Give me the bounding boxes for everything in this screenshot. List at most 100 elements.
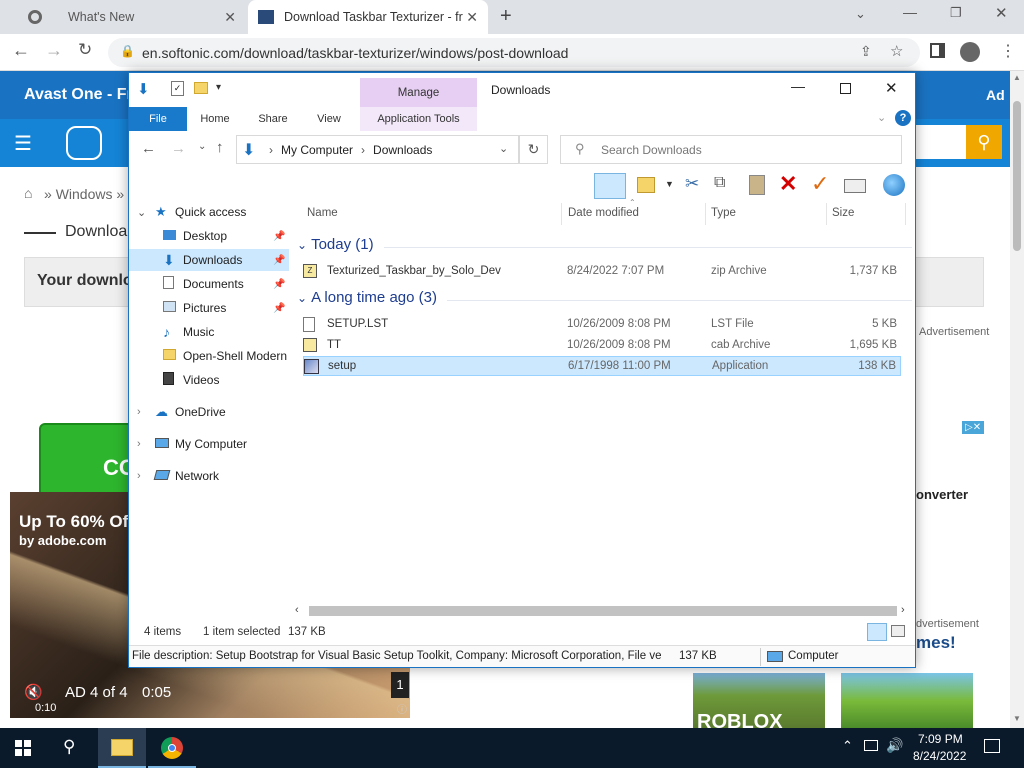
tab-home[interactable]: Home (187, 107, 243, 131)
more-menu-icon[interactable]: ⋮ (1000, 41, 1016, 61)
nav-item-music[interactable]: ♪ Music (129, 321, 289, 343)
explorer-back-icon[interactable]: ← (141, 140, 156, 157)
file-explorer-taskbar-button[interactable] (98, 728, 146, 768)
properties-icon[interactable] (844, 179, 866, 193)
nav-item-downloads[interactable]: ⬇ Downloads 📌 (129, 249, 289, 271)
green-download-button[interactable]: CO (39, 423, 136, 503)
nav-item-open-shell[interactable]: Open-Shell Modern (129, 345, 289, 367)
site-search-icon[interactable]: ⚲ (966, 125, 1002, 159)
properties-check-icon[interactable]: ✓ (171, 81, 184, 96)
file-row[interactable]: SETUP.LST 10/26/2009 8:08 PM LST File 5 … (303, 314, 901, 334)
horizontal-scroll-thumb[interactable] (309, 606, 897, 616)
site-search-box[interactable] (916, 125, 966, 159)
delete-icon[interactable]: ✕ (779, 171, 797, 197)
browser-tab-download[interactable]: Download Taskbar Texturizer - fr ✕ (248, 0, 488, 34)
ribbon-expand-chevron-icon[interactable]: ⌄ (877, 111, 886, 124)
quick-access-down-arrow-icon[interactable]: ⬇ (137, 80, 150, 98)
reload-icon[interactable]: ↻ (78, 40, 92, 60)
undo-check-icon[interactable]: ✓ (811, 171, 829, 197)
address-bar[interactable]: 🔒 en.softonic.com/download/taskbar-textu… (108, 38, 920, 67)
taskbar-time[interactable]: 7:09 PM (918, 732, 963, 746)
chrome-taskbar-button[interactable] (148, 728, 196, 768)
group-header-long-ago[interactable]: ⌄ A long time ago (3) (297, 289, 437, 306)
forward-icon[interactable]: → (45, 40, 63, 61)
close-tab-icon[interactable]: ✕ (224, 9, 236, 26)
customize-qat-icon[interactable]: ▾ (216, 82, 221, 93)
pin-icon[interactable]: 📌 (273, 255, 285, 266)
nav-onedrive[interactable]: › ☁ OneDrive (129, 401, 289, 423)
column-header-type[interactable]: Type (711, 207, 736, 219)
home-icon[interactable]: ⌂ (24, 185, 32, 201)
new-tab-icon[interactable]: + (500, 5, 512, 28)
minecraft-thumbnail[interactable] (841, 673, 973, 729)
breadcrumb-windows[interactable]: Windows (56, 186, 113, 202)
mute-icon[interactable]: 🔇 (24, 683, 43, 701)
pin-icon[interactable]: 📌 (273, 279, 285, 290)
nav-item-pictures[interactable]: Pictures 📌 (129, 297, 289, 319)
taskbar-search-icon[interactable]: ⚲ (63, 737, 75, 757)
explorer-close-icon[interactable]: ✕ (885, 79, 898, 97)
tab-share[interactable]: Share (245, 107, 301, 131)
new-folder-icon[interactable] (194, 82, 208, 94)
file-row[interactable]: Z Texturized_Taskbar_by_Solo_Dev 8/24/20… (303, 261, 901, 281)
profile-avatar-icon[interactable] (960, 42, 980, 62)
close-window-icon[interactable]: ✕ (995, 4, 1008, 22)
windows-start-icon[interactable] (15, 740, 31, 756)
notifications-icon[interactable] (984, 739, 1000, 753)
explorer-address-bar[interactable]: ⬇ › My Computer › Downloads ⌄ (236, 135, 519, 164)
page-scrollbar[interactable]: ▲ ▼ (1010, 71, 1024, 728)
column-header-name[interactable]: Name (307, 207, 338, 219)
recent-locations-chevron-icon[interactable]: ⌄ (198, 141, 206, 152)
show-hidden-icons-icon[interactable]: ⌃ (842, 738, 853, 754)
nav-my-computer[interactable]: › My Computer (129, 433, 289, 455)
side-panel-icon[interactable] (930, 43, 945, 58)
explorer-maximize-icon[interactable] (840, 83, 851, 94)
back-icon[interactable]: ← (12, 40, 30, 61)
softonic-logo-icon[interactable] (66, 126, 102, 160)
network-tray-icon[interactable] (864, 740, 878, 751)
large-icons-view-icon[interactable] (891, 625, 905, 637)
tab-file[interactable]: File (129, 107, 187, 131)
explorer-forward-icon[interactable]: → (171, 140, 186, 157)
minimize-icon[interactable]: — (903, 4, 917, 20)
hamburger-menu-icon[interactable]: ☰ (14, 131, 32, 156)
pin-icon[interactable]: 📌 (273, 303, 285, 314)
tab-view[interactable]: View (303, 107, 355, 131)
bookmark-star-icon[interactable]: ☆ (890, 42, 903, 60)
breadcrumb-my-computer[interactable]: My Computer (281, 143, 353, 157)
site-breadcrumb[interactable]: » Windows » (44, 186, 124, 202)
tab-application-tools[interactable]: Application Tools (360, 107, 477, 131)
volume-icon[interactable]: 🔊 (886, 737, 903, 754)
address-dropdown-icon[interactable]: ⌄ (499, 142, 508, 155)
ad-choices-icon[interactable]: ▷✕ (962, 421, 985, 434)
cut-icon[interactable]: ✂ (685, 174, 699, 194)
toolbar-dropdown-icon[interactable]: ▼ (665, 179, 674, 189)
tab-search-chevron-icon[interactable]: ⌄ (855, 6, 866, 22)
scroll-right-icon[interactable]: › (901, 604, 905, 616)
video-info-icon[interactable]: ⓘ (397, 701, 407, 716)
details-view-icon[interactable] (867, 623, 887, 641)
close-tab-icon[interactable]: ✕ (466, 9, 478, 26)
column-header-date[interactable]: Date modified (568, 207, 639, 219)
horizontal-scrollbar[interactable]: ‹ › (293, 603, 913, 619)
scroll-up-icon[interactable]: ▲ (1013, 73, 1021, 82)
group-header-today[interactable]: ⌄ Today (1) (297, 236, 374, 253)
share-icon[interactable]: ⇪ (860, 43, 872, 60)
help-icon[interactable]: ? (895, 110, 911, 126)
paste-icon[interactable] (749, 175, 765, 195)
column-header-size[interactable]: Size (832, 207, 854, 219)
scroll-down-icon[interactable]: ▼ (1013, 714, 1021, 723)
roblox-thumbnail[interactable]: ROBLOX (693, 673, 825, 733)
copy-icon[interactable]: ⧉ (714, 174, 725, 192)
up-folder-icon[interactable]: ↑ (216, 139, 224, 156)
nav-item-documents[interactable]: Documents 📌 (129, 273, 289, 295)
restore-icon[interactable]: ❐ (950, 5, 962, 21)
nav-item-videos[interactable]: Videos (129, 369, 289, 391)
pin-icon[interactable]: 📌 (273, 231, 285, 242)
scroll-left-icon[interactable]: ‹ (295, 604, 299, 616)
up-one-level-icon[interactable] (637, 177, 655, 193)
taskbar-date[interactable]: 8/24/2022 (913, 749, 966, 763)
breadcrumb-downloads[interactable]: Downloads (373, 143, 432, 157)
file-row-selected[interactable]: setup 6/17/1998 11:00 PM Application 138… (303, 356, 901, 376)
nav-network[interactable]: › Network (129, 465, 289, 487)
